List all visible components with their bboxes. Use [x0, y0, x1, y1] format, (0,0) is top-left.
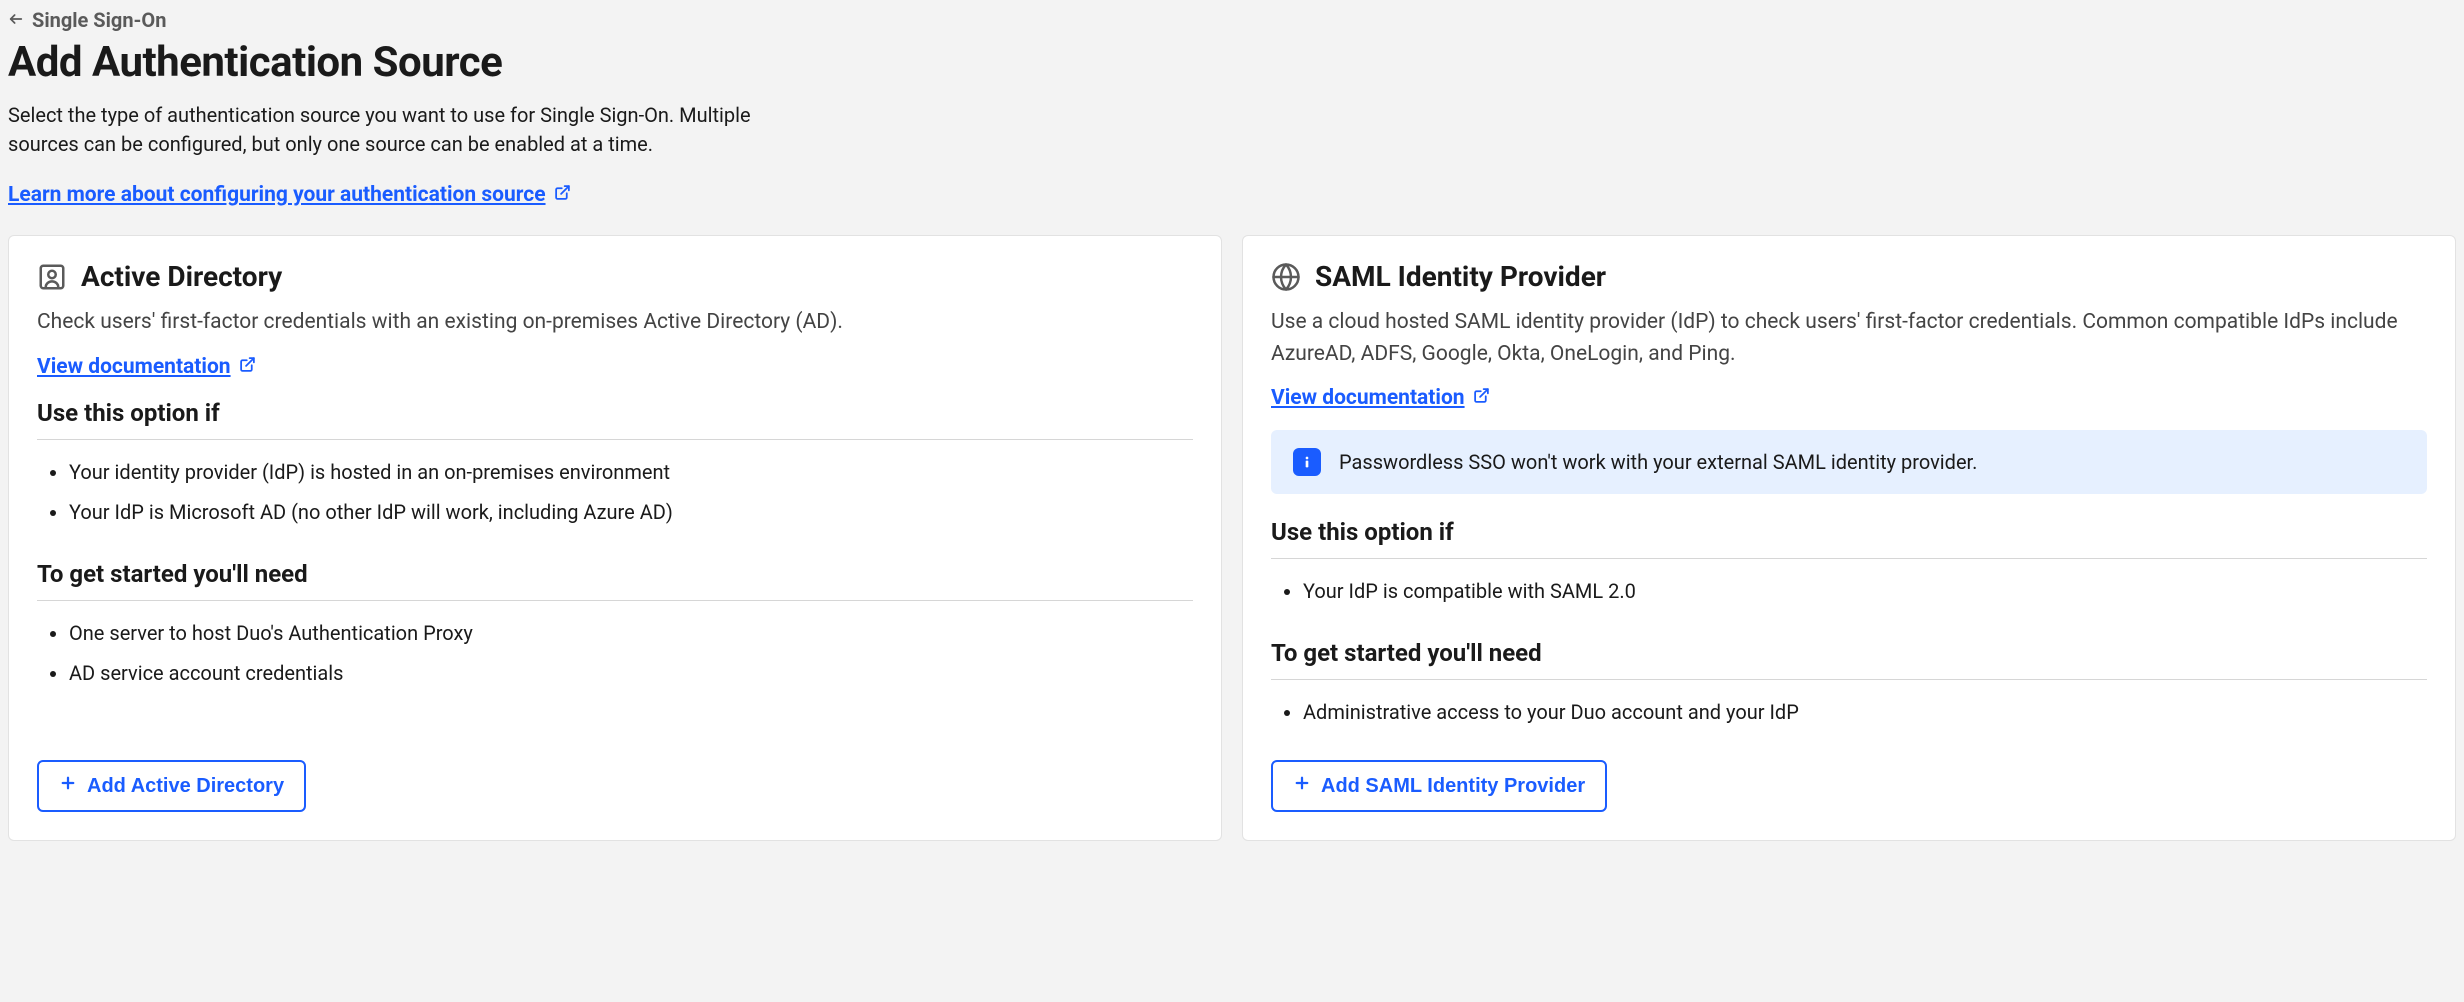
info-icon — [1293, 448, 1321, 476]
use-if-heading-ad: Use this option if — [37, 399, 1193, 440]
doc-link-text-ad: View documentation — [37, 355, 231, 379]
need-heading-ad: To get started you'll need — [37, 560, 1193, 601]
card-saml-idp: SAML Identity Provider Use a cloud hoste… — [1242, 235, 2456, 841]
list-item: Your identity provider (IdP) is hosted i… — [69, 456, 1193, 488]
need-list-saml: Administrative access to your Duo accoun… — [1271, 696, 2427, 736]
card-header-ad: Active Directory — [37, 260, 1193, 293]
add-saml-label: Add SAML Identity Provider — [1321, 775, 1585, 798]
card-active-directory: Active Directory Check users' first-fact… — [8, 235, 1222, 841]
need-list-ad: One server to host Duo's Authentication … — [37, 617, 1193, 697]
doc-link-text-saml: View documentation — [1271, 386, 1465, 410]
directory-icon — [37, 262, 67, 292]
add-active-directory-button[interactable]: Add Active Directory — [37, 760, 306, 812]
auth-source-cards: Active Directory Check users' first-fact… — [8, 235, 2456, 841]
list-item: One server to host Duo's Authentication … — [69, 617, 1193, 649]
arrow-left-icon — [8, 8, 24, 32]
use-if-heading-saml: Use this option if — [1271, 518, 2427, 559]
card-header-saml: SAML Identity Provider — [1271, 260, 2427, 293]
plus-icon — [1293, 774, 1311, 798]
external-link-icon — [239, 355, 256, 379]
learn-more-link[interactable]: Learn more about configuring your authen… — [8, 183, 571, 207]
use-if-list-saml: Your IdP is compatible with SAML 2.0 — [1271, 575, 2427, 615]
add-ad-label: Add Active Directory — [87, 775, 284, 798]
view-documentation-ad[interactable]: View documentation — [37, 355, 1193, 379]
need-heading-saml: To get started you'll need — [1271, 639, 2427, 680]
globe-icon — [1271, 262, 1301, 292]
add-saml-idp-button[interactable]: Add SAML Identity Provider — [1271, 760, 1607, 812]
learn-more-text: Learn more about configuring your authen… — [8, 183, 546, 207]
card-desc-ad: Check users' first-factor credentials wi… — [37, 307, 1193, 339]
use-if-list-ad: Your identity provider (IdP) is hosted i… — [37, 456, 1193, 536]
list-item: Your IdP is compatible with SAML 2.0 — [1303, 575, 2427, 607]
list-item: AD service account credentials — [69, 657, 1193, 689]
card-title-saml: SAML Identity Provider — [1315, 260, 1606, 293]
external-link-icon — [554, 183, 571, 207]
breadcrumb-label: Single Sign-On — [32, 8, 166, 32]
breadcrumb-back[interactable]: Single Sign-On — [8, 8, 2456, 32]
info-banner-text: Passwordless SSO won't work with your ex… — [1339, 450, 1977, 474]
card-desc-saml: Use a cloud hosted SAML identity provide… — [1271, 307, 2427, 370]
list-item: Your IdP is Microsoft AD (no other IdP w… — [69, 496, 1193, 528]
list-item: Administrative access to your Duo accoun… — [1303, 696, 2427, 728]
external-link-icon — [1473, 386, 1490, 410]
page-description: Select the type of authentication source… — [8, 101, 768, 159]
view-documentation-saml[interactable]: View documentation — [1271, 386, 2427, 410]
plus-icon — [59, 774, 77, 798]
info-banner-saml: Passwordless SSO won't work with your ex… — [1271, 430, 2427, 494]
card-title-ad: Active Directory — [81, 260, 282, 293]
page-title: Add Authentication Source — [8, 38, 2456, 87]
